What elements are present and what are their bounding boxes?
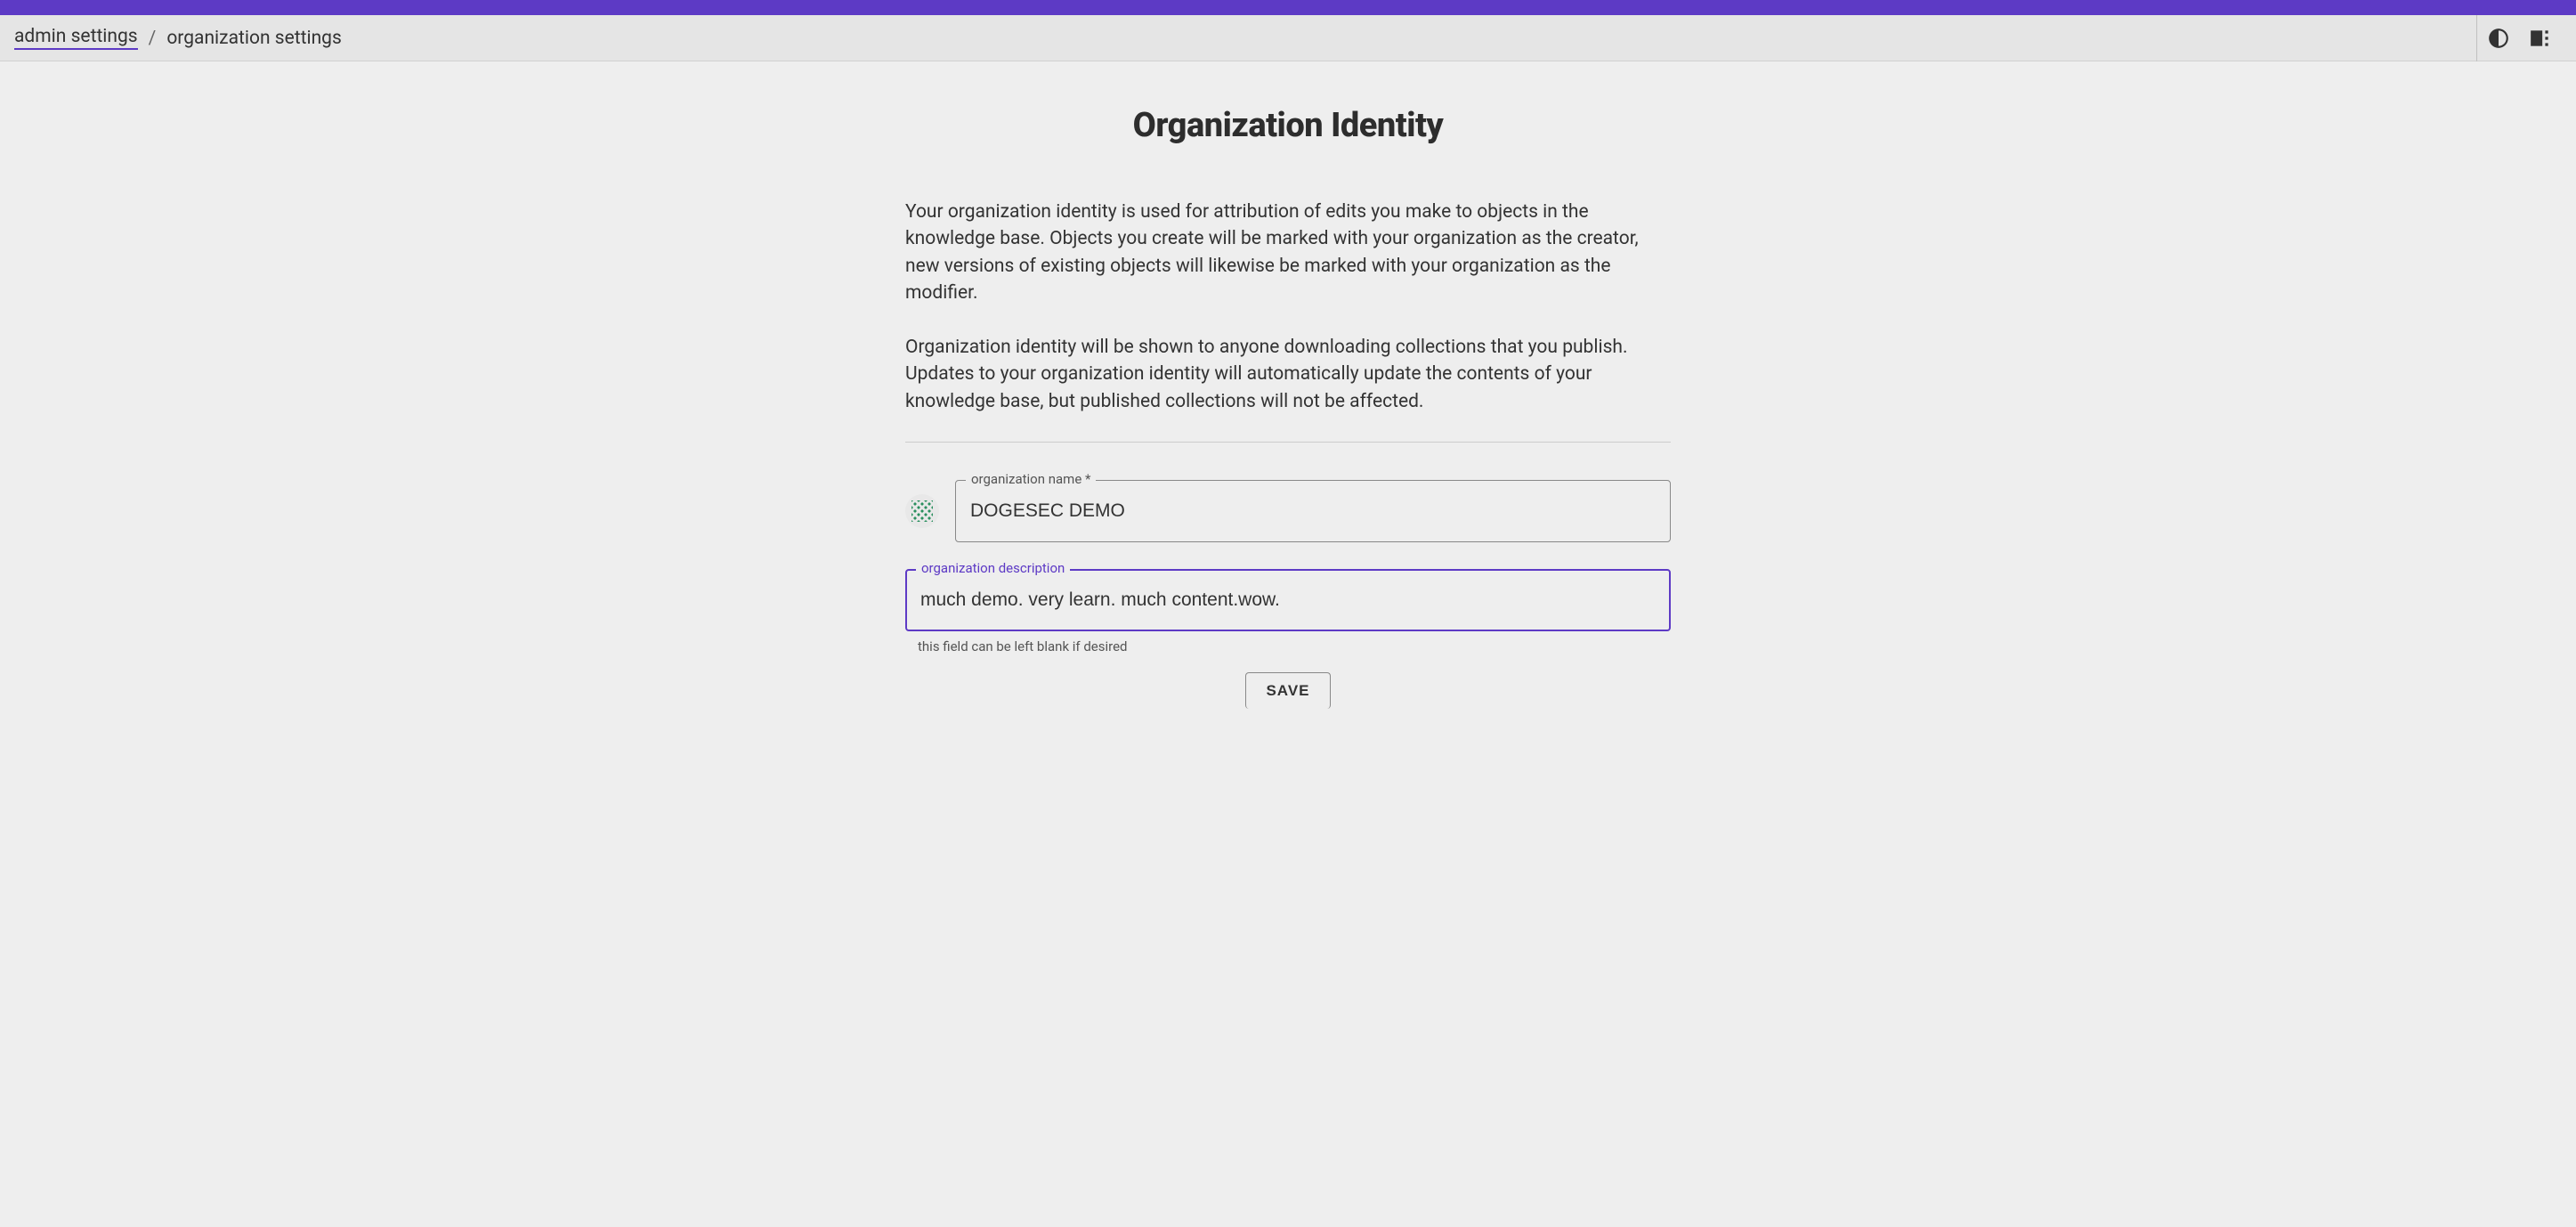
breadcrumb-link-admin-settings[interactable]: admin settings (14, 26, 138, 50)
theme-toggle-button[interactable] (2476, 15, 2519, 61)
save-button-row: SAVE (905, 672, 1671, 709)
org-description-input-wrapper: organization description this field can … (905, 569, 1671, 654)
page-title: Organization Identity (905, 106, 1671, 145)
identicon-icon (911, 500, 933, 522)
breadcrumb-bar: admin settings / organization settings (0, 15, 2576, 61)
breadcrumb: admin settings / organization settings (14, 26, 342, 50)
description-paragraph-2: Organization identity will be shown to a… (905, 334, 1671, 415)
sidebar-panel-icon (2529, 27, 2552, 50)
org-name-row: organization name * (905, 480, 1671, 542)
org-description-label: organization description (916, 560, 1070, 576)
breadcrumb-current: organization settings (166, 28, 341, 49)
org-description-input[interactable] (905, 569, 1671, 631)
header-actions (2476, 15, 2562, 61)
org-avatar (905, 494, 939, 528)
org-name-label: organization name * (966, 471, 1096, 487)
panel-toggle-button[interactable] (2519, 15, 2562, 61)
top-app-bar (0, 0, 2576, 15)
save-button[interactable]: SAVE (1245, 672, 1330, 709)
org-description-helper: this field can be left blank if desired (918, 638, 1671, 654)
breadcrumb-separator: / (149, 28, 157, 49)
section-divider (905, 442, 1671, 443)
org-name-input-wrapper: organization name * (955, 480, 1671, 542)
org-name-input[interactable] (955, 480, 1671, 542)
contrast-icon (2487, 27, 2510, 50)
main-content: Organization Identity Your organization … (887, 61, 1689, 727)
description-paragraph-1: Your organization identity is used for a… (905, 199, 1671, 307)
